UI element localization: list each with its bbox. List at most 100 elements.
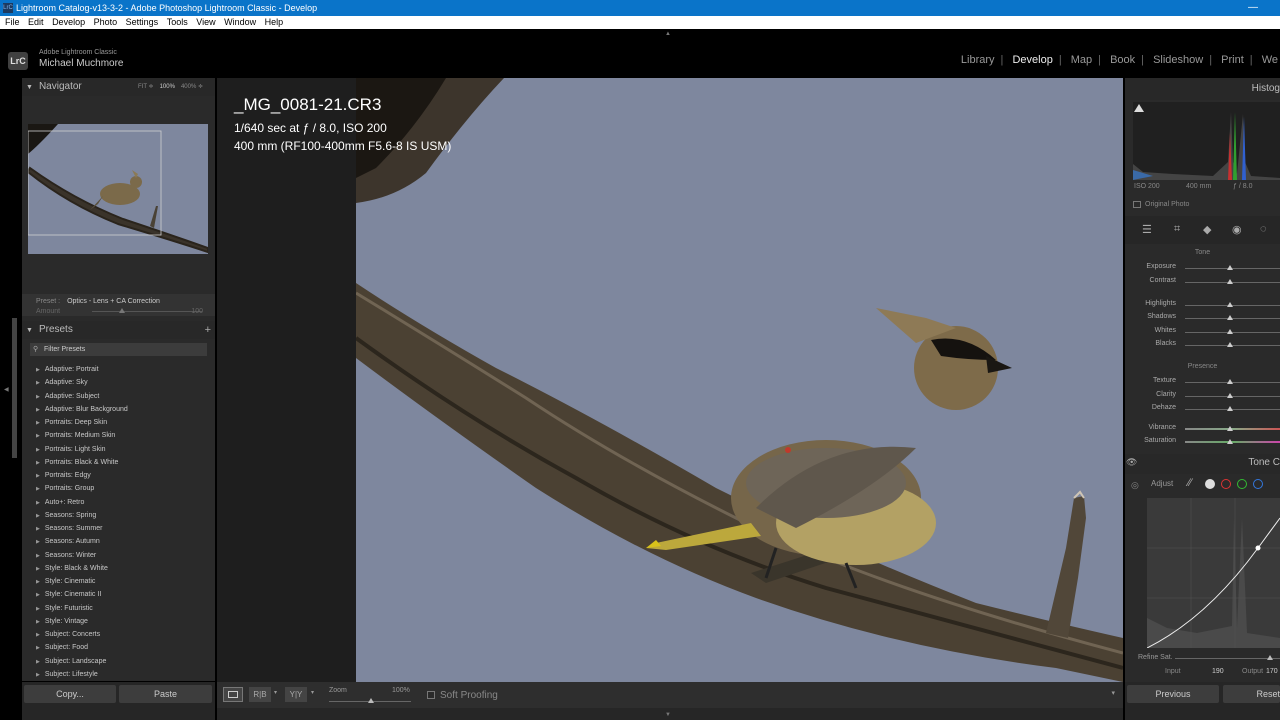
preset-group-item[interactable]: ▶ Subject: Food (36, 641, 211, 654)
minimize-button[interactable]: — (1248, 0, 1258, 16)
red-eye-icon[interactable]: ◉ (1232, 223, 1242, 236)
blacks-slider[interactable]: Blacks (1125, 339, 1280, 351)
menu-window[interactable]: Window (224, 16, 256, 29)
module-web[interactable]: We (1262, 54, 1278, 66)
parametric-curve-icon[interactable]: ∕∕ (1188, 477, 1192, 489)
clarity-slider[interactable]: Clarity (1125, 390, 1280, 402)
slider-knob[interactable] (1227, 302, 1233, 307)
amount-slider-knob[interactable] (119, 308, 125, 313)
add-preset-icon[interactable]: + (205, 321, 211, 339)
green-channel-icon[interactable] (1237, 479, 1247, 489)
red-channel-icon[interactable] (1221, 479, 1231, 489)
zoom-400[interactable]: 400% ≑ (181, 84, 203, 90)
menu-tools[interactable]: Tools (167, 16, 188, 29)
preset-group-item[interactable]: ▶ Style: Cinematic II (36, 588, 211, 601)
before-after-split-button[interactable]: Y|Y (285, 687, 307, 702)
menu-settings[interactable]: Settings (126, 16, 159, 29)
preset-group-item[interactable]: ▶ Portraits: Edgy (36, 469, 211, 482)
slider-knob[interactable] (1227, 439, 1233, 444)
preset-group-item[interactable]: ▶ Style: Futuristic (36, 602, 211, 615)
preset-group-item[interactable]: ▶ Portraits: Medium Skin (36, 429, 211, 442)
navigator-preview[interactable] (28, 124, 208, 254)
before-after-dropdown-icon[interactable]: ▾ (274, 689, 277, 696)
saturation-slider[interactable]: Saturation (1125, 436, 1280, 448)
edit-sliders-icon[interactable]: ☰ (1142, 223, 1152, 236)
preset-value[interactable]: Optics - Lens + CA Correction (67, 298, 160, 305)
collapse-top-panel-icon[interactable]: ▲ (665, 31, 671, 37)
presets-header[interactable]: ▼ Presets + (22, 321, 215, 339)
split-dropdown-icon[interactable]: ▾ (311, 689, 314, 696)
loupe-view-button[interactable] (223, 687, 243, 702)
slider-knob[interactable] (1227, 279, 1233, 284)
crop-icon[interactable]: ⌗ (1174, 223, 1180, 236)
slider-knob[interactable] (1227, 426, 1233, 431)
preset-group-item[interactable]: ▶ Seasons: Winter (36, 549, 211, 562)
copy-button[interactable]: Copy... (24, 685, 116, 703)
target-adjust-icon[interactable]: ◎ (1131, 480, 1139, 491)
original-photo-checkbox[interactable] (1133, 201, 1141, 208)
masking-icon[interactable]: ◌ (1260, 223, 1267, 235)
slider-knob[interactable] (1227, 393, 1233, 398)
texture-slider[interactable]: Texture (1125, 376, 1280, 388)
vibrance-slider[interactable]: Vibrance (1125, 423, 1280, 435)
preset-group-item[interactable]: ▶ Style: Cinematic (36, 575, 211, 588)
shadows-slider[interactable]: Shadows (1125, 312, 1280, 324)
histogram-header[interactable]: Histog (1125, 78, 1280, 100)
zoom-100[interactable]: 100% (160, 84, 175, 90)
menu-help[interactable]: Help (265, 16, 284, 29)
preset-group-item[interactable]: ▶ Seasons: Spring (36, 509, 211, 522)
tone-curve-header[interactable]: 👁 Tone C (1125, 454, 1280, 474)
preset-group-item[interactable]: ▶ Adaptive: Portrait (36, 363, 211, 376)
dehaze-slider[interactable]: Dehaze (1125, 403, 1280, 415)
collapse-filmstrip-icon[interactable]: ▼ (665, 712, 671, 718)
exposure-slider[interactable]: Exposure (1125, 262, 1280, 274)
zoom-fit[interactable]: FIT ≑ (138, 84, 154, 90)
menu-view[interactable]: View (196, 16, 215, 29)
blue-channel-icon[interactable] (1253, 479, 1263, 489)
module-develop[interactable]: Develop (1012, 54, 1052, 66)
point-curve-rgb-icon[interactable] (1205, 479, 1215, 489)
module-map[interactable]: Map (1071, 54, 1092, 66)
preset-group-item[interactable]: ▶ Seasons: Autumn (36, 535, 211, 548)
whites-slider[interactable]: Whites (1125, 326, 1280, 338)
slider-knob[interactable] (1227, 329, 1233, 334)
module-slideshow[interactable]: Slideshow (1153, 54, 1203, 66)
menu-photo[interactable]: Photo (94, 16, 118, 29)
preset-group-item[interactable]: ▶ Portraits: Black & White (36, 456, 211, 469)
slider-knob[interactable] (1227, 315, 1233, 320)
preset-group-item[interactable]: ▶ Style: Vintage (36, 615, 211, 628)
before-after-button[interactable]: R|B (249, 687, 271, 702)
paste-button[interactable]: Paste (119, 685, 212, 703)
preset-group-item[interactable]: ▶ Subject: Concerts (36, 628, 211, 641)
zoom-slider-knob[interactable] (368, 698, 374, 703)
preset-group-item[interactable]: ▶ Adaptive: Sky (36, 376, 211, 389)
module-book[interactable]: Book (1110, 54, 1135, 66)
visibility-eye-icon[interactable]: 👁 (1126, 457, 1137, 468)
highlights-slider[interactable]: Highlights (1125, 299, 1280, 311)
slider-knob[interactable] (1227, 379, 1233, 384)
contrast-slider[interactable]: Contrast (1125, 276, 1280, 288)
menu-file[interactable]: File (5, 16, 20, 29)
preset-group-item[interactable]: ▶ Auto+: Retro (36, 496, 211, 509)
preset-group-item[interactable]: ▶ Seasons: Summer (36, 522, 211, 535)
slider-knob[interactable] (1227, 265, 1233, 270)
preset-group-item[interactable]: ▶ Adaptive: Subject (36, 390, 211, 403)
menu-develop[interactable]: Develop (52, 16, 85, 29)
preset-group-item[interactable]: ▶ Style: Black & White (36, 562, 211, 575)
refine-saturation-track[interactable] (1175, 658, 1280, 659)
navigator-header[interactable]: ▼ Navigator FIT ≑ 100% 400% ≑ (22, 78, 215, 96)
preset-group-item[interactable]: ▶ Subject: Landscape (36, 655, 211, 668)
toolbar-menu-icon[interactable]: ▾ (1111, 689, 1115, 697)
preset-group-item[interactable]: ▶ Subject: Lifestyle (36, 668, 211, 681)
refine-saturation-knob[interactable] (1267, 655, 1273, 660)
amount-slider-track[interactable] (92, 311, 202, 312)
left-panel-scrollbar[interactable] (12, 318, 17, 458)
preset-group-item[interactable]: ▶ Adaptive: Blur Background (36, 403, 211, 416)
preset-group-item[interactable]: ▶ Portraits: Deep Skin (36, 416, 211, 429)
loupe-view[interactable]: _MG_0081-21.CR3 1/640 sec at ƒ / 8.0, IS… (217, 78, 1123, 682)
slider-knob[interactable] (1227, 406, 1233, 411)
healing-icon[interactable]: ◆ (1203, 223, 1211, 236)
preset-group-item[interactable]: ▶ Portraits: Group (36, 482, 211, 495)
slider-knob[interactable] (1227, 342, 1233, 347)
preset-group-item[interactable]: ▶ Portraits: Light Skin (36, 443, 211, 456)
